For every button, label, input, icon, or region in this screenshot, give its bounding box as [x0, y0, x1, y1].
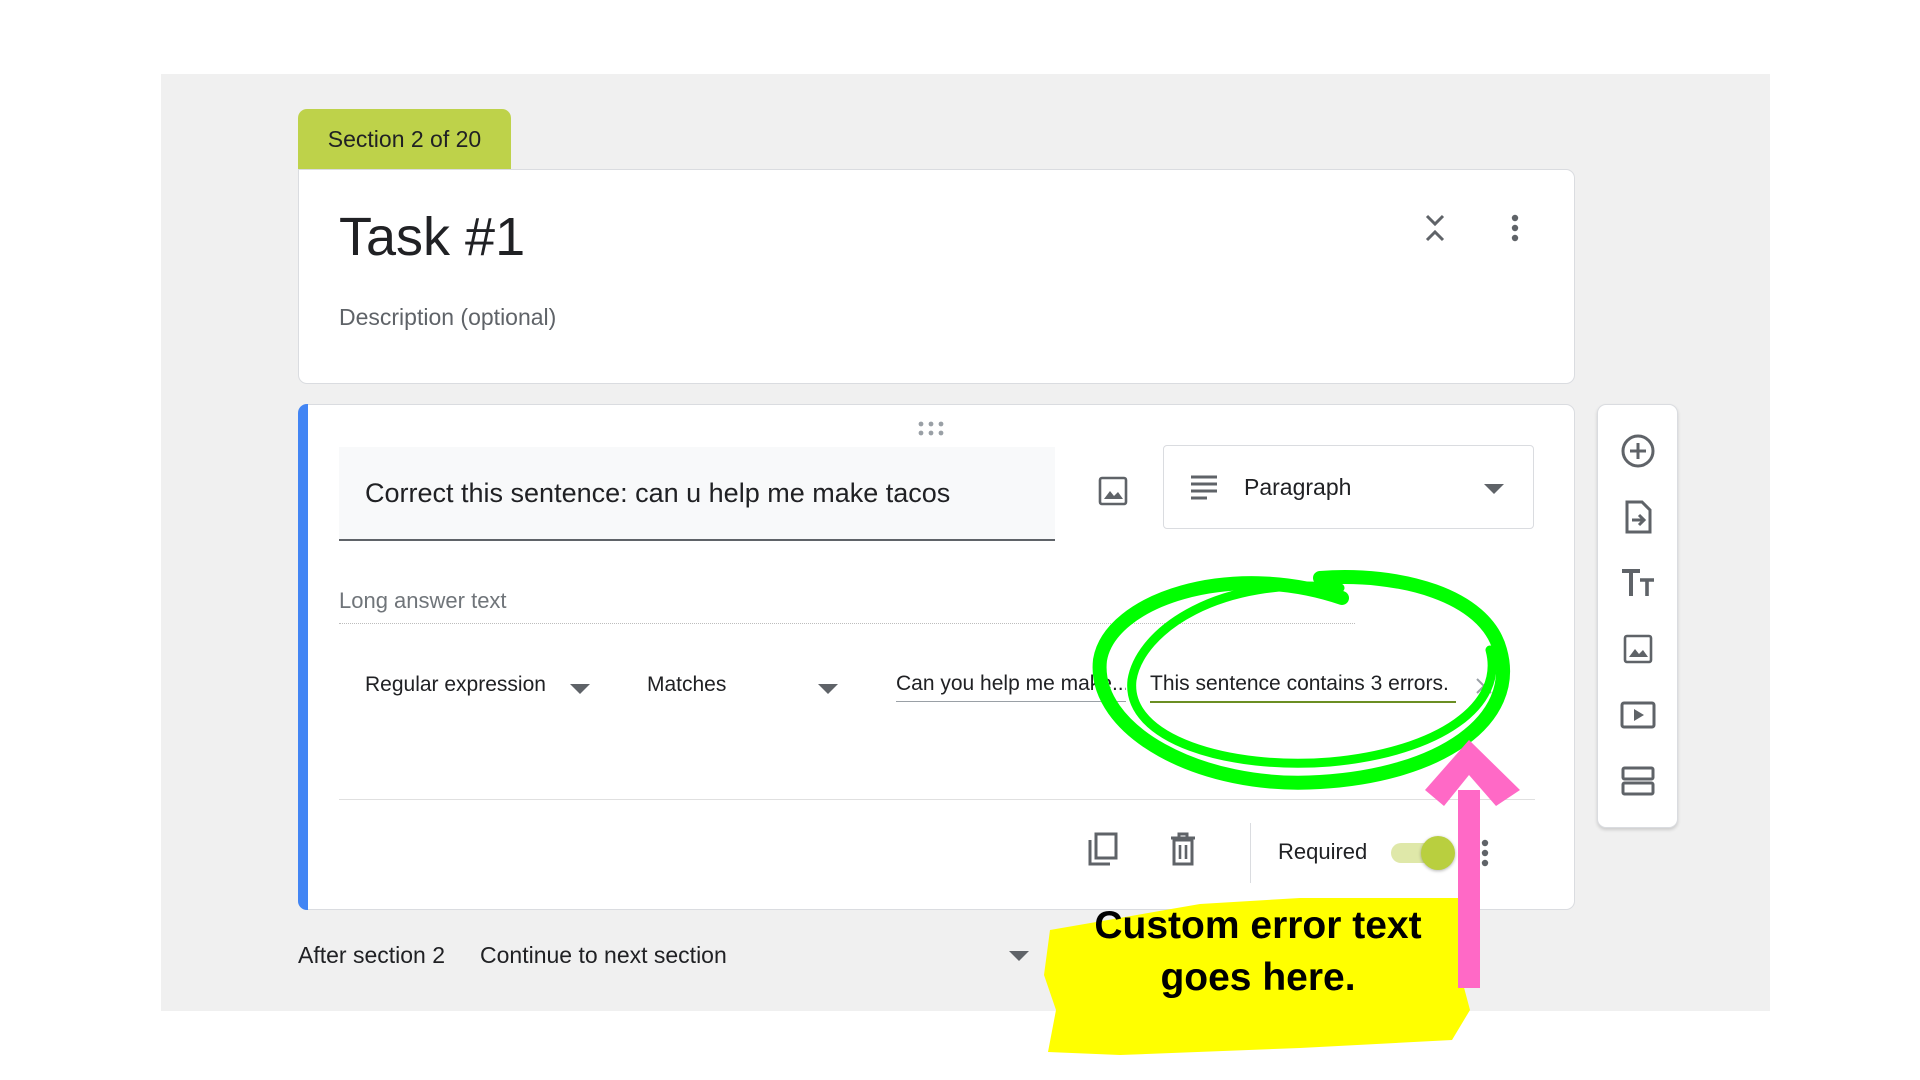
chevron-down-icon[interactable]: [818, 684, 838, 694]
footer-divider: [339, 799, 1535, 800]
toggle-thumb: [1421, 836, 1455, 870]
validation-type-label: Regular expression: [365, 673, 546, 696]
duplicate-icon[interactable]: [1079, 825, 1127, 873]
after-section-select[interactable]: Continue to next section: [480, 942, 727, 969]
question-type-select[interactable]: Paragraph: [1163, 445, 1534, 529]
section-description-field[interactable]: Description (optional): [339, 304, 556, 331]
add-question-icon[interactable]: [1616, 429, 1660, 473]
validation-type-select[interactable]: Regular expression: [365, 673, 546, 697]
more-vert-icon[interactable]: [1495, 208, 1535, 248]
chevron-down-icon[interactable]: [570, 684, 590, 694]
footer-vertical-divider: [1250, 823, 1251, 883]
add-title-icon[interactable]: [1616, 561, 1660, 605]
validation-condition-select[interactable]: Matches: [647, 673, 726, 697]
section-header-card: Task #1 Description (optional): [298, 169, 1575, 384]
question-title-input[interactable]: Correct this sentence: can u help me mak…: [339, 447, 1055, 541]
collapse-icon[interactable]: [1415, 208, 1455, 248]
drag-handle-icon[interactable]: [915, 419, 947, 439]
paragraph-icon: [1188, 472, 1220, 502]
long-answer-placeholder: Long answer text: [339, 579, 1355, 624]
question-type-label: Paragraph: [1244, 474, 1352, 500]
validation-condition-label: Matches: [647, 673, 727, 696]
custom-error-text-input[interactable]: This sentence contains 3 errors.: [1150, 667, 1456, 703]
more-vert-icon[interactable]: [1467, 833, 1503, 873]
section-tab: Section 2 of 20: [298, 109, 511, 169]
chevron-down-icon: [1484, 484, 1504, 494]
import-questions-icon[interactable]: [1616, 495, 1660, 539]
image-icon[interactable]: [1089, 467, 1137, 515]
add-image-icon[interactable]: [1616, 627, 1660, 671]
side-toolbar: [1597, 404, 1678, 828]
section-title[interactable]: Task #1: [339, 206, 525, 268]
regex-pattern-input[interactable]: Can you help me make...: [896, 667, 1126, 702]
chevron-down-icon[interactable]: [1009, 951, 1029, 961]
question-card: Correct this sentence: can u help me mak…: [298, 404, 1575, 910]
annotation-line-2: goes here.: [1160, 956, 1356, 999]
delete-icon[interactable]: [1159, 825, 1207, 873]
add-section-icon[interactable]: [1616, 759, 1660, 803]
add-video-icon[interactable]: [1616, 693, 1660, 737]
after-section-label: After section 2: [298, 942, 446, 968]
annotation-callout-text: Custom error text goes here.: [1070, 900, 1446, 1004]
after-section-value: Continue to next section: [480, 942, 727, 968]
remove-validation-icon[interactable]: [1469, 671, 1499, 701]
required-label: Required: [1278, 839, 1368, 864]
annotation-line-1: Custom error text: [1094, 904, 1422, 947]
